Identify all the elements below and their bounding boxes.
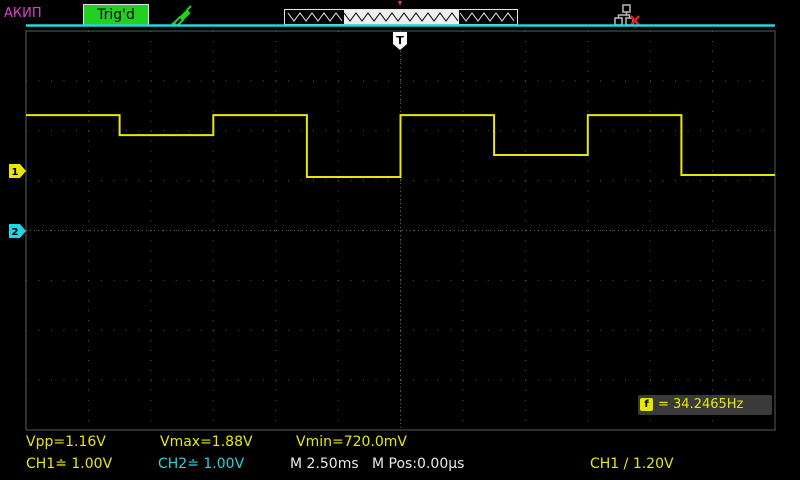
ch1-scale: CH1≐ 1.00V [26, 456, 113, 472]
frequency-badge: f [640, 398, 653, 411]
frequency-value: = 34.2465Hz [658, 397, 744, 412]
trigger-level-tick [398, 1, 402, 6]
ch2-marker-label: 2 [12, 227, 19, 238]
trigger-position-marker[interactable]: T [393, 32, 407, 50]
measurement-vmin: Vmin=720.0mV [296, 434, 408, 450]
frequency-readout: f = 34.2465Hz [638, 395, 772, 415]
ch1-trace [26, 114, 775, 178]
ch1-ground-marker[interactable]: 1 [9, 164, 26, 178]
trigger-marker-label: T [396, 34, 404, 47]
oscilloscope-screen: АКИП Trig'd T 1 2 f = 34.2465Hz Vpp=1.16… [0, 0, 800, 480]
timebase: M 2.50ms [290, 456, 359, 472]
ch2-scale: CH2≐ 1.00V [158, 456, 245, 472]
measurement-vmax: Vmax=1.88V [160, 434, 253, 450]
ch1-marker-label: 1 [12, 167, 19, 178]
trigger-info: CH1 ∕ 1.20V [590, 456, 674, 472]
ch2-ground-marker[interactable]: 2 [9, 224, 26, 238]
measurement-vpp: Vpp=1.16V [26, 434, 106, 450]
horizontal-position: M Pos:0.00µs [372, 456, 465, 472]
